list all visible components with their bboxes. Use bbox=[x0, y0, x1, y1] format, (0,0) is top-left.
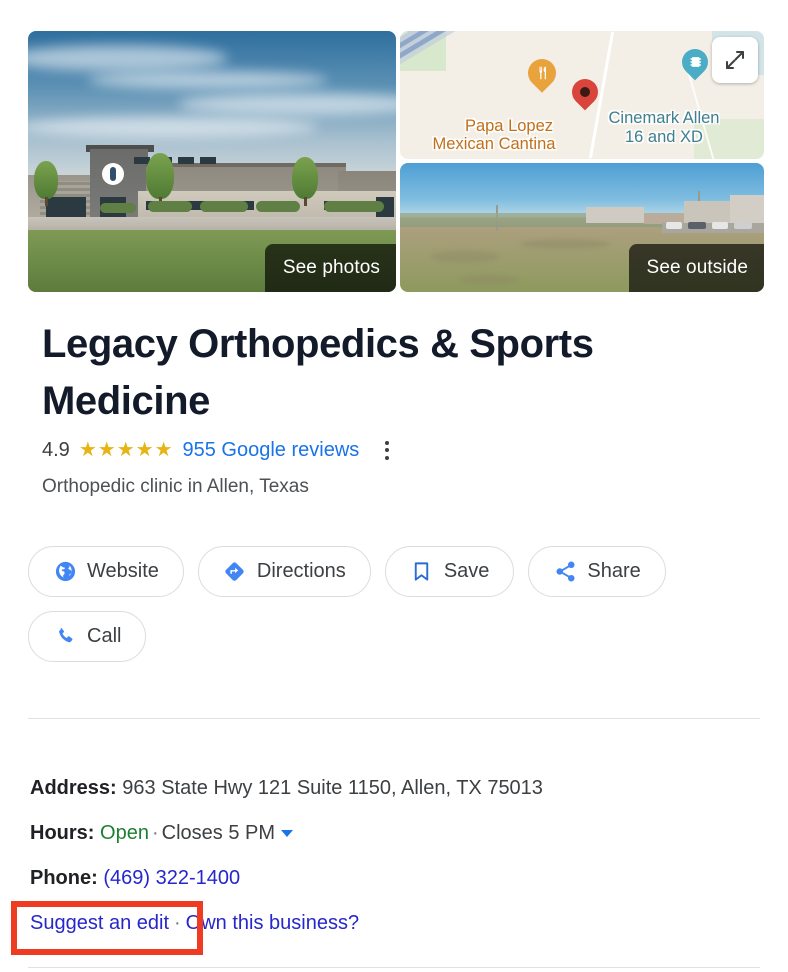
building-logo-icon bbox=[102, 163, 124, 185]
see-photos-badge[interactable]: See photos bbox=[264, 244, 396, 292]
share-button[interactable]: Share bbox=[528, 546, 666, 597]
map-label-restaurant-line1: Papa Lopez bbox=[464, 117, 554, 135]
tree bbox=[34, 161, 58, 206]
cloud bbox=[28, 45, 228, 71]
film-icon bbox=[676, 43, 714, 81]
suggest-an-edit-link[interactable]: Suggest an edit bbox=[30, 912, 169, 934]
hours-separator: · bbox=[151, 822, 159, 844]
rating-value: 4.9 bbox=[42, 438, 70, 461]
phone-label: Phone: bbox=[30, 867, 98, 889]
star-icon: ★ bbox=[78, 439, 97, 461]
hours-status: Open bbox=[100, 822, 149, 844]
tree bbox=[292, 157, 318, 206]
star-icon: ★ bbox=[97, 439, 116, 461]
own-this-business-link[interactable]: Own this business? bbox=[186, 912, 359, 934]
footer-links: Suggest an edit · Own this business? bbox=[30, 912, 359, 935]
call-button[interactable]: Call bbox=[28, 611, 147, 662]
directions-button[interactable]: Directions bbox=[197, 546, 371, 597]
business-info: Address: 963 State Hwy 121 Suite 1150, A… bbox=[30, 766, 543, 901]
address-value: 963 State Hwy 121 Suite 1150, Allen, TX … bbox=[122, 777, 543, 799]
rating-row: 4.9 ★ ★ ★ ★ ★ 955 Google reviews bbox=[42, 434, 398, 466]
google-reviews-link[interactable]: 955 Google reviews bbox=[183, 439, 360, 462]
cloud bbox=[88, 71, 328, 89]
share-label: Share bbox=[587, 560, 641, 582]
chevron-down-icon[interactable] bbox=[281, 830, 293, 838]
star-icon: ★ bbox=[116, 439, 135, 461]
call-label: Call bbox=[87, 625, 122, 647]
save-button[interactable]: Save bbox=[384, 546, 515, 597]
phone-row: Phone: (469) 322-1400 bbox=[30, 856, 543, 901]
hours-label: Hours: bbox=[30, 822, 95, 844]
phone-icon bbox=[53, 625, 77, 649]
directions-label: Directions bbox=[256, 560, 346, 582]
fork-knife-icon bbox=[522, 53, 562, 93]
more-options-icon[interactable] bbox=[376, 437, 398, 463]
phone-number-link[interactable]: (469) 322-1400 bbox=[103, 867, 240, 889]
place-pin[interactable] bbox=[566, 73, 604, 111]
star-icon: ★ bbox=[135, 439, 154, 461]
location-pin-icon bbox=[566, 73, 604, 111]
restaurant-pin[interactable] bbox=[522, 53, 562, 93]
action-chips: Website Directions Save Share Call bbox=[28, 546, 758, 662]
divider-top bbox=[28, 718, 760, 719]
address-label: Address: bbox=[30, 777, 117, 799]
save-label: Save bbox=[443, 560, 490, 582]
star-icon: ★ bbox=[154, 439, 173, 461]
share-icon bbox=[553, 560, 577, 584]
location-map[interactable]: Papa Lopez Mexican Cantina Cinemark Alle… bbox=[400, 31, 764, 159]
street-view-photo[interactable]: See outside bbox=[400, 163, 764, 292]
map-label-restaurant-line2: Mexican Cantina bbox=[432, 135, 556, 153]
cloud bbox=[178, 93, 396, 115]
media-right-column: Papa Lopez Mexican Cantina Cinemark Alle… bbox=[400, 31, 764, 292]
star-rating: ★ ★ ★ ★ ★ bbox=[79, 440, 173, 460]
business-photo[interactable]: See photos bbox=[28, 31, 396, 292]
media-strip: See photos Papa Lopez Mexican Cantina Ci… bbox=[28, 31, 764, 292]
expand-map-button[interactable] bbox=[712, 37, 758, 83]
tree bbox=[146, 153, 174, 206]
address-row: Address: 963 State Hwy 121 Suite 1150, A… bbox=[30, 766, 543, 811]
directions-icon bbox=[223, 560, 247, 584]
see-outside-badge[interactable]: See outside bbox=[628, 244, 764, 292]
globe-icon bbox=[53, 560, 77, 584]
cloud bbox=[28, 117, 318, 137]
cinema-pin[interactable] bbox=[676, 43, 714, 81]
page-title: Legacy Orthopedics & Sports Medicine bbox=[42, 322, 594, 423]
footer-separator: · bbox=[174, 912, 181, 934]
hours-row: Hours: Open · Closes 5 PM bbox=[30, 811, 543, 856]
expand-icon bbox=[726, 51, 744, 69]
hours-closes: Closes 5 PM bbox=[161, 822, 275, 844]
map-label-cinema-line2: 16 and XD bbox=[625, 128, 703, 146]
business-category: Orthopedic clinic in Allen, Texas bbox=[42, 476, 309, 497]
divider-bottom bbox=[28, 967, 760, 968]
website-label: Website bbox=[87, 560, 159, 582]
website-button[interactable]: Website bbox=[28, 546, 184, 597]
map-label-cinema-line1: Cinemark Allen bbox=[608, 109, 720, 127]
knowledge-panel: See photos Papa Lopez Mexican Cantina Ci… bbox=[0, 0, 788, 972]
bookmark-icon bbox=[410, 560, 434, 584]
